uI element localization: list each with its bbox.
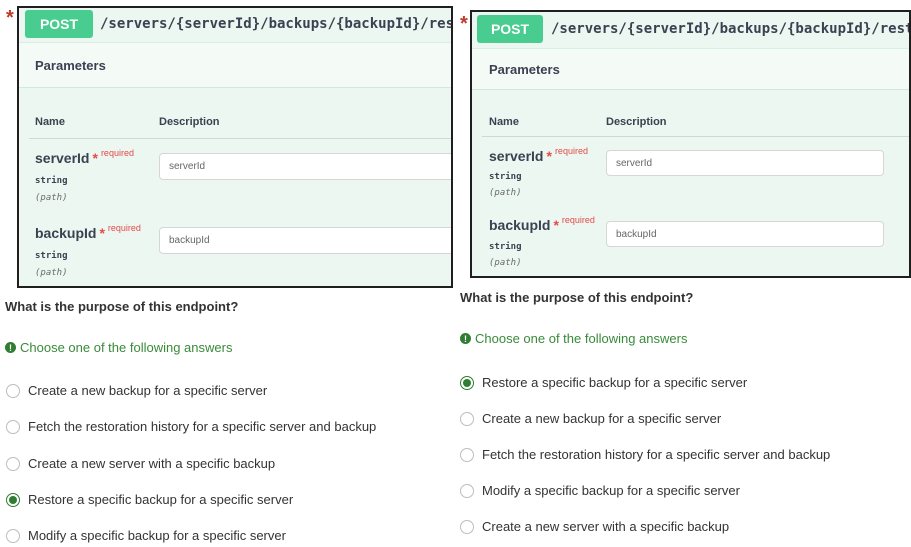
- parameters-title: Parameters: [35, 58, 106, 73]
- param-location: (path): [489, 188, 522, 198]
- answer-option[interactable]: Restore a specific backup for a specific…: [6, 492, 293, 507]
- asterisk-icon: *: [6, 7, 14, 29]
- answer-option[interactable]: Fetch the restoration history for a spec…: [6, 419, 376, 434]
- required-badge: required: [107, 223, 141, 233]
- server-id-input[interactable]: serverId: [606, 150, 884, 176]
- parameters-header: Parameters: [19, 42, 451, 88]
- answer-option[interactable]: Fetch the restoration history for a spec…: [460, 447, 830, 462]
- server-id-input[interactable]: serverId: [159, 153, 451, 180]
- endpoint-path: /servers/{serverId}/backups/{backupId}/r…: [551, 21, 911, 37]
- api-endpoint-card: POST /servers/{serverId}/backups/{backup…: [470, 10, 911, 278]
- asterisk-icon: *: [460, 13, 468, 35]
- endpoint-header[interactable]: POST /servers/{serverId}/backups/{backup…: [19, 8, 451, 44]
- answer-option[interactable]: Restore a specific backup for a specific…: [460, 375, 747, 390]
- answer-option[interactable]: Create a new backup for a specific serve…: [6, 383, 267, 398]
- radio-button[interactable]: [6, 383, 20, 398]
- backup-id-input[interactable]: backupId: [159, 227, 451, 254]
- answer-option[interactable]: Create a new server with a specific back…: [6, 456, 275, 471]
- radio-button[interactable]: [6, 419, 20, 434]
- endpoint-path: /servers/{serverId}/backups/{backupId}/r…: [100, 16, 453, 32]
- param-name: backupId * required: [489, 215, 595, 233]
- method-badge: POST: [477, 15, 543, 43]
- hint-text: ! Choose one of the following answers: [5, 340, 232, 355]
- api-endpoint-card: POST /servers/{serverId}/backups/{backup…: [17, 6, 453, 288]
- question-text: What is the purpose of this endpoint?: [460, 290, 694, 305]
- question-text: What is the purpose of this endpoint?: [5, 299, 239, 314]
- param-name: backupId * required: [35, 223, 141, 241]
- radio-button[interactable]: [460, 447, 474, 462]
- param-location: (path): [489, 258, 522, 268]
- required-badge: required: [561, 215, 595, 225]
- answer-option[interactable]: Modify a specific backup for a specific …: [6, 528, 286, 543]
- answer-option[interactable]: Create a new backup for a specific serve…: [460, 411, 721, 426]
- param-location: (path): [35, 193, 68, 203]
- radio-button[interactable]: [460, 519, 474, 534]
- hint-text: ! Choose one of the following answers: [460, 331, 687, 346]
- endpoint-header[interactable]: POST /servers/{serverId}/backups/{backup…: [472, 12, 909, 48]
- radio-button[interactable]: [460, 411, 474, 426]
- param-location: (path): [35, 268, 68, 278]
- radio-button[interactable]: [460, 483, 474, 498]
- backup-id-input[interactable]: backupId: [606, 221, 884, 247]
- divider: [482, 136, 909, 137]
- column-description-header: Description: [606, 116, 667, 128]
- required-badge: required: [100, 148, 134, 158]
- param-name: serverId * required: [489, 146, 588, 164]
- method-badge: POST: [25, 10, 93, 38]
- column-description-header: Description: [159, 116, 220, 128]
- answer-option[interactable]: Modify a specific backup for a specific …: [460, 483, 740, 498]
- divider: [29, 138, 451, 139]
- column-name-header: Name: [35, 116, 65, 128]
- exclamation-circle-icon: !: [460, 333, 471, 344]
- column-name-header: Name: [489, 116, 519, 128]
- radio-button-selected[interactable]: [460, 375, 474, 390]
- exclamation-circle-icon: !: [5, 342, 16, 353]
- parameters-title: Parameters: [489, 62, 560, 77]
- answer-option[interactable]: Create a new server with a specific back…: [460, 519, 729, 534]
- required-badge: required: [554, 146, 588, 156]
- param-type: string: [35, 176, 68, 186]
- radio-button[interactable]: [6, 528, 20, 543]
- param-type: string: [489, 242, 522, 252]
- radio-button[interactable]: [6, 456, 20, 471]
- radio-button-selected[interactable]: [6, 492, 20, 507]
- param-type: string: [35, 251, 68, 261]
- param-name: serverId * required: [35, 148, 134, 166]
- parameters-header: Parameters: [472, 48, 909, 90]
- param-type: string: [489, 172, 522, 182]
